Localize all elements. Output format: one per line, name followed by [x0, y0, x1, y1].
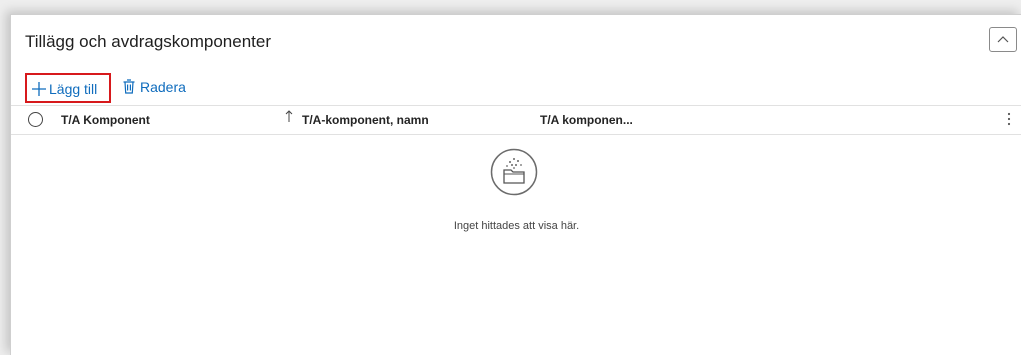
- plus-icon: [32, 82, 46, 96]
- select-all-checkbox[interactable]: [28, 112, 43, 127]
- empty-state-message: Inget hittades att visa här.: [453, 220, 580, 232]
- more-vertical-icon[interactable]: [1007, 112, 1011, 126]
- empty-folder-icon: [490, 148, 538, 196]
- collapse-button[interactable]: [989, 27, 1017, 52]
- column-header-component[interactable]: T/A Komponent: [61, 113, 150, 127]
- components-panel: Tillägg och avdragskomponenter Lägg till…: [10, 14, 1021, 355]
- add-button[interactable]: Lägg till: [25, 73, 111, 103]
- sort-ascending-icon[interactable]: [285, 110, 293, 123]
- grid-header: T/A Komponent T/A-komponent, namn T/A ko…: [11, 105, 1021, 135]
- delete-button-label: Radera: [140, 79, 186, 95]
- chevron-up-icon: [997, 36, 1009, 43]
- panel-title: Tillägg och avdragskomponenter: [25, 32, 272, 51]
- column-header-component-name[interactable]: T/A-komponent, namn: [302, 113, 429, 127]
- trash-icon: [123, 79, 135, 94]
- column-header-component-type[interactable]: T/A komponen...: [540, 113, 633, 127]
- add-button-label: Lägg till: [49, 81, 98, 97]
